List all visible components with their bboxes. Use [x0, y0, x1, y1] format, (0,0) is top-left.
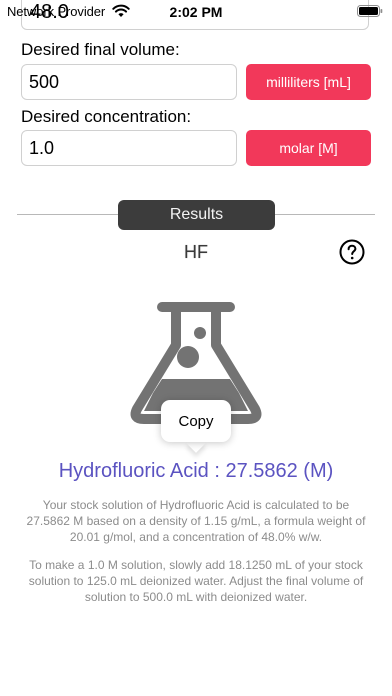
result-title: Hydrofluoric Acid : 27.5862 (M) [58, 460, 334, 482]
volume-label: Desired final volume: [21, 40, 180, 59]
screen: 48.0 Network Provider 2:02 PM Desired fi… [0, 0, 392, 696]
concentration-unit-button[interactable]: molar [M] [246, 130, 371, 166]
question-circle-icon[interactable] [339, 239, 365, 265]
chemical-formula: HF [184, 242, 208, 262]
volume-input[interactable] [21, 64, 237, 100]
concentration-label: Desired concentration: [21, 107, 192, 126]
battery-icon [357, 5, 383, 17]
concentration-input[interactable] [21, 130, 237, 166]
copy-button[interactable]: Copy [161, 400, 231, 442]
clock: 2:02 PM [169, 4, 223, 20]
status-bar: Network Provider 2:02 PM [0, 0, 392, 26]
dilution-instructions: To make a 1.0 M solution, slowly add 18.… [28, 558, 364, 604]
volume-unit-button[interactable]: milliliters [mL] [246, 64, 371, 100]
stock-solution-description: Your stock solution of Hydrofluoric Acid… [26, 498, 366, 544]
results-header: Results [118, 200, 275, 230]
